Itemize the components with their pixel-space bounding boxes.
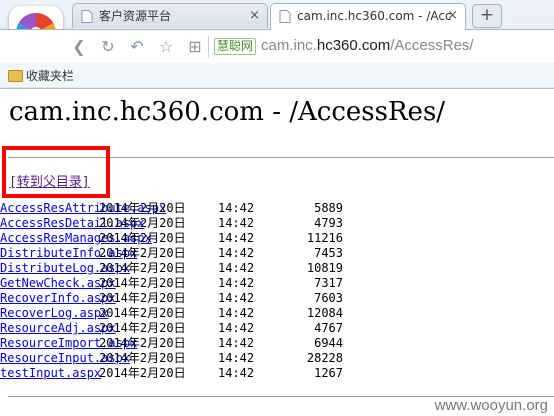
file-date: 2014年2月20日 xyxy=(99,201,186,215)
file-size: 5889 xyxy=(314,201,343,215)
file-row: 2014年2月20日 14:42 4793 AccessResDetail.aspx xyxy=(0,216,554,231)
file-time: 14:42 xyxy=(218,216,255,230)
tab-close-icon[interactable]: × xyxy=(249,4,260,28)
file-size: 1267 xyxy=(314,366,343,380)
file-size: 12084 xyxy=(306,306,343,320)
file-size: 6944 xyxy=(314,336,343,350)
file-size: 28228 xyxy=(306,351,343,365)
file-size: 7603 xyxy=(314,291,343,305)
tab-close-icon[interactable]: × xyxy=(447,4,458,28)
file-size: 4767 xyxy=(314,321,343,335)
file-row: 2014年2月20日 14:42 1267 testInput.aspx xyxy=(0,366,554,381)
file-date: 2014年2月20日 xyxy=(99,351,186,365)
tab-directory-listing[interactable]: cam.inc.hc360.com - /Acc × xyxy=(270,3,466,30)
address-toolbar: ❮ ↻ ↶ ☆ ⊞ 慧聪网 cam.inc.hc360.com/AccessRe… xyxy=(0,29,554,63)
file-size: 7453 xyxy=(314,246,343,260)
star-icon[interactable]: ☆ xyxy=(157,38,175,56)
file-link[interactable]: RecoverLog.aspx xyxy=(0,306,108,320)
file-time: 14:42 xyxy=(218,321,255,335)
undo-icon[interactable]: ↶ xyxy=(128,38,146,56)
file-row: 2014年2月20日 14:42 7317 GetNewCheck.aspx xyxy=(0,276,554,291)
file-date: 2014年2月20日 xyxy=(99,366,186,380)
file-time: 14:42 xyxy=(218,246,255,260)
tab-title: cam.inc.hc360.com - /Acc xyxy=(297,9,452,23)
back-icon[interactable]: ❮ xyxy=(70,38,88,56)
file-time: 14:42 xyxy=(218,366,255,380)
highlight-annotation-box xyxy=(2,146,110,198)
file-row: 2014年2月20日 14:42 4767 ResourceAdj.aspx xyxy=(0,321,554,336)
file-row: 2014年2月20日 14:42 12084 RecoverLog.aspx xyxy=(0,306,554,321)
file-row: 2014年2月20日 14:42 28228 ResourceInput.aspx xyxy=(0,351,554,366)
file-date: 2014年2月20日 xyxy=(99,336,186,350)
file-time: 14:42 xyxy=(218,291,255,305)
folder-icon xyxy=(8,70,23,82)
file-row: 2014年2月20日 14:42 10819 DistributeLog.aspx xyxy=(0,261,554,276)
watermark: www.wooyun.org xyxy=(434,397,548,414)
new-tab-button[interactable]: + xyxy=(472,4,502,28)
browser-chrome: 客户资源平台 × cam.inc.hc360.com - /Acc × + ❮ … xyxy=(0,0,554,89)
file-row: 2014年2月20日 14:42 6944 ResourceImport.aspx xyxy=(0,336,554,351)
file-row: 2014年2月20日 14:42 11216 AccessResManages.asp… xyxy=(0,231,554,246)
file-time: 14:42 xyxy=(218,201,255,215)
file-listing: 2014年2月20日 14:42 5889 AccessResAttribute.as… xyxy=(0,201,554,381)
file-size: 10819 xyxy=(306,261,343,275)
url-prefix: cam.inc. xyxy=(261,37,317,54)
page-favicon-icon xyxy=(81,10,93,23)
tab-customer-platform[interactable]: 客户资源平台 × xyxy=(72,3,268,28)
file-size: 11216 xyxy=(306,231,343,245)
file-time: 14:42 xyxy=(218,306,255,320)
file-date: 2014年2月20日 xyxy=(99,321,186,335)
bookmarks-folder-label[interactable]: 收藏夹栏 xyxy=(26,67,74,84)
url-path: /AccessRes/ xyxy=(390,37,474,54)
bookmarks-bar: 收藏夹栏 xyxy=(0,63,554,87)
url-host: hc360.com xyxy=(316,37,391,54)
file-time: 14:42 xyxy=(218,351,255,365)
address-divider xyxy=(208,36,209,58)
file-date: 2014年2月20日 xyxy=(99,231,186,245)
tab-title: 客户资源平台 xyxy=(99,9,172,23)
address-bar[interactable]: cam.inc.hc360.com/AccessRes/ xyxy=(261,36,474,56)
file-row: 2014年2月20日 14:42 7603 RecoverInfo.aspx xyxy=(0,291,554,306)
file-date: 2014年2月20日 xyxy=(99,216,186,230)
file-date: 2014年2月20日 xyxy=(99,306,186,320)
file-size: 7317 xyxy=(314,276,343,290)
page-favicon-icon xyxy=(279,10,291,23)
grid-icon[interactable]: ⊞ xyxy=(186,38,204,56)
file-link[interactable]: testInput.aspx xyxy=(0,366,101,380)
file-row: 2014年2月20日 14:42 5889 AccessResAttribute.as… xyxy=(0,201,554,216)
file-time: 14:42 xyxy=(218,276,255,290)
file-time: 14:42 xyxy=(218,336,255,350)
file-time: 14:42 xyxy=(218,261,255,275)
file-date: 2014年2月20日 xyxy=(99,246,186,260)
file-time: 14:42 xyxy=(218,231,255,245)
file-date: 2014年2月20日 xyxy=(99,291,186,305)
file-date: 2014年2月20日 xyxy=(99,276,186,290)
page-title: cam.inc.hc360.com - /AccessRes/ xyxy=(9,97,446,127)
file-size: 4793 xyxy=(314,216,343,230)
file-date: 2014年2月20日 xyxy=(99,261,186,275)
site-brand-badge[interactable]: 慧聪网 xyxy=(214,38,257,55)
refresh-icon[interactable]: ↻ xyxy=(99,38,117,56)
file-row: 2014年2月20日 14:42 7453 DistributeInfo.aspx xyxy=(0,246,554,261)
